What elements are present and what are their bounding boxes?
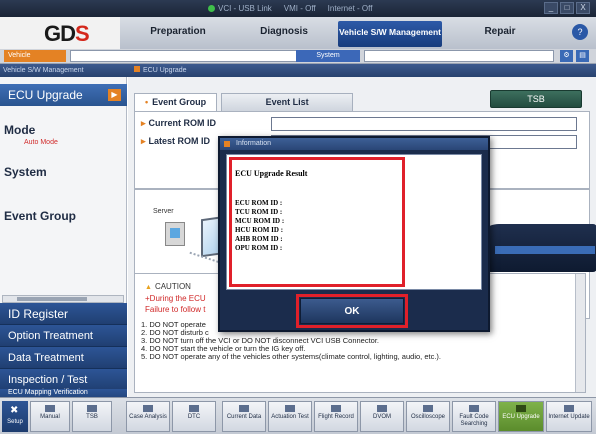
oscilloscope-button[interactable]: Oscilloscope <box>406 401 450 432</box>
caution-item: 5. DO NOT operate any of the vehicles ot… <box>141 352 441 361</box>
vehicle-field[interactable] <box>70 50 316 62</box>
dialog-body: ECU Upgrade Result ECU ROM ID : TCU ROM … <box>226 154 482 290</box>
current-data-button[interactable]: Current Data <box>222 401 266 432</box>
chevron-right-icon: ▶ <box>108 89 121 101</box>
caution-scrollbar[interactable] <box>575 274 585 392</box>
vci-status: VCI - USB Link <box>208 4 272 13</box>
dialog-title: Information <box>220 138 488 150</box>
breadcrumb: Vehicle S/W Management ECU Upgrade <box>0 64 596 77</box>
sidebar-scrollbar[interactable] <box>2 295 124 303</box>
actuation-test-button[interactable]: Actuation Test <box>268 401 312 432</box>
tab-event-list[interactable]: Event List <box>221 93 354 111</box>
tsb-button[interactable]: TSB <box>490 90 582 108</box>
sidebar-item-option-treatment[interactable]: Option Treatment <box>0 325 127 347</box>
ok-button[interactable]: OK <box>300 298 404 324</box>
sidebar-item-data-treatment[interactable]: Data Treatment <box>0 347 127 369</box>
event-group-label: Event Group <box>4 209 77 223</box>
mode-label: Mode <box>4 123 36 137</box>
tab-repair[interactable]: Repair <box>450 21 550 47</box>
system-label: System <box>4 165 47 179</box>
server-pc-icon <box>165 222 185 246</box>
vmi-status: VMI - Off <box>283 4 316 13</box>
setup-button[interactable]: Setup <box>2 401 28 432</box>
connection-status: VCI - USB Link VMI - Off Internet - Off <box>208 4 372 13</box>
help-icon[interactable]: ? <box>572 24 588 40</box>
vehicle-toolbar: Vehicle System ⚙ ▤ <box>0 49 596 64</box>
ecu-upgrade-toolbar-button[interactable]: ECU Upgrade <box>498 401 544 432</box>
fault-code-searching-button[interactable]: Fault Code Searching <box>452 401 496 432</box>
maximize-button[interactable]: □ <box>560 2 574 14</box>
system-field[interactable] <box>364 50 554 62</box>
sidebar-item-id-register[interactable]: ID Register <box>0 303 127 325</box>
caution-line-1: +During the ECU <box>145 294 206 303</box>
current-rom-label: Current ROM ID <box>141 118 217 129</box>
current-rom-field <box>271 117 577 131</box>
case-analysis-button[interactable]: Case Analysis <box>126 401 170 432</box>
tab-vehicle-sw-management[interactable]: Vehicle S/W Management <box>338 21 442 47</box>
manual-button[interactable]: Manual <box>30 401 70 432</box>
internet-update-button[interactable]: Internet Update <box>546 401 592 432</box>
breadcrumb-section: Vehicle S/W Management <box>3 67 84 74</box>
caution-title: CAUTION <box>145 282 191 291</box>
sidebar-item-label: ECU Upgrade <box>8 88 83 102</box>
sidebar-item-ecu-upgrade[interactable]: ECU Upgrade ▶ <box>0 84 127 106</box>
breadcrumb-page: ECU Upgrade <box>134 64 187 77</box>
content-tabs: Event Group Event List <box>134 93 354 111</box>
vehicle-stripe <box>495 246 595 254</box>
scrollbar-thumb[interactable] <box>17 297 87 301</box>
gds-window: VCI - USB Link VMI - Off Internet - Off … <box>0 0 596 434</box>
tab-preparation[interactable]: Preparation <box>128 21 228 47</box>
mode-value: Auto Mode <box>24 139 58 146</box>
logo-text: GDS <box>44 21 90 46</box>
settings-icon[interactable]: ⚙ <box>560 50 573 62</box>
sidebar: ECU Upgrade ▶ Mode Auto Mode System Even… <box>0 77 127 403</box>
vci-led-icon <box>208 5 215 12</box>
latest-rom-label: Latest ROM ID <box>141 136 211 147</box>
sidebar-item-inspection-test[interactable]: Inspection / Test <box>0 369 127 391</box>
dvom-button[interactable]: DVOM <box>360 401 404 432</box>
tsb-toolbar-button[interactable]: TSB <box>72 401 112 432</box>
information-dialog: Information ECU Upgrade Result ECU ROM I… <box>218 136 490 332</box>
bottom-toolbar: Setup Manual TSB Case Analysis DTC Curre… <box>0 397 596 434</box>
vehicle-button[interactable]: Vehicle <box>4 50 66 62</box>
window-controls: _ □ X <box>544 2 590 14</box>
top-status-bar: VCI - USB Link VMI - Off Internet - Off … <box>0 0 596 17</box>
system-button[interactable]: System <box>296 50 360 62</box>
server-label: Server <box>153 208 174 215</box>
caution-line-2: Failure to follow t <box>145 305 206 314</box>
flight-record-button[interactable]: Flight Record <box>314 401 358 432</box>
main-menu: Preparation Diagnosis Vehicle S/W Manage… <box>120 17 596 49</box>
internet-status: Internet - Off <box>327 4 373 13</box>
result-highlight-box <box>229 157 405 287</box>
minimize-button[interactable]: _ <box>544 2 558 14</box>
tab-event-group[interactable]: Event Group <box>134 93 218 111</box>
vehicle-icon <box>475 224 596 272</box>
print-icon[interactable]: ▤ <box>576 50 589 62</box>
close-button[interactable]: X <box>576 2 590 14</box>
dtc-button[interactable]: DTC <box>172 401 216 432</box>
tab-diagnosis[interactable]: Diagnosis <box>234 21 334 47</box>
